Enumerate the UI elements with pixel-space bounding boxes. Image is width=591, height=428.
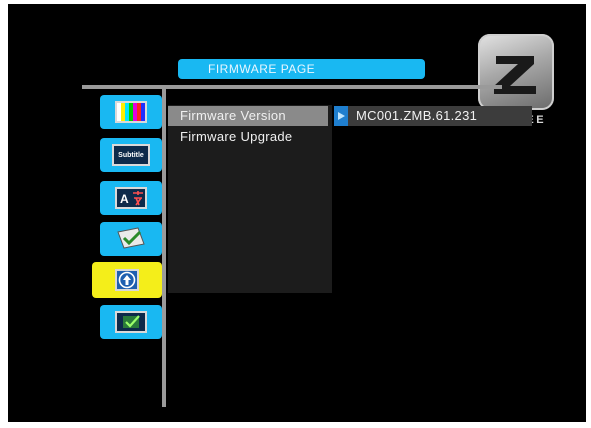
checklist-icon [117,227,145,249]
brand-logo [478,34,554,110]
language-icon: A [115,187,147,209]
menu-item-firmware-upgrade[interactable]: Firmware Upgrade [168,127,328,147]
settings-check-icon [115,311,147,333]
sidebar-item-firmware[interactable] [92,262,162,298]
tv-color-bars-icon [115,101,147,123]
sidebar-item-checklist[interactable] [100,222,162,256]
subtitle-icon: Subtitle [112,144,150,166]
menu-item-firmware-version[interactable]: Firmware Version [168,106,328,126]
firmware-menu: Firmware Version Firmware Upgrade [168,105,332,293]
frame-vertical-divider [162,85,166,407]
firmware-upgrade-icon [115,269,139,291]
firmware-version-value: MC001.ZMB.61.231 [356,108,478,123]
sidebar-item-subtitle[interactable]: Subtitle [100,138,162,172]
page-title: FIRMWARE PAGE [178,59,425,79]
play-arrow-icon [334,106,348,126]
sidebar-item-display[interactable] [100,95,162,129]
sidebar-item-settings[interactable] [100,305,162,339]
z-logo-icon [494,56,536,94]
firmware-version-value-bar: MC001.ZMB.61.231 [334,106,532,126]
sidebar-item-language[interactable]: A [100,181,162,215]
frame-horizontal-divider [82,85,502,89]
svg-text:A: A [120,192,129,206]
